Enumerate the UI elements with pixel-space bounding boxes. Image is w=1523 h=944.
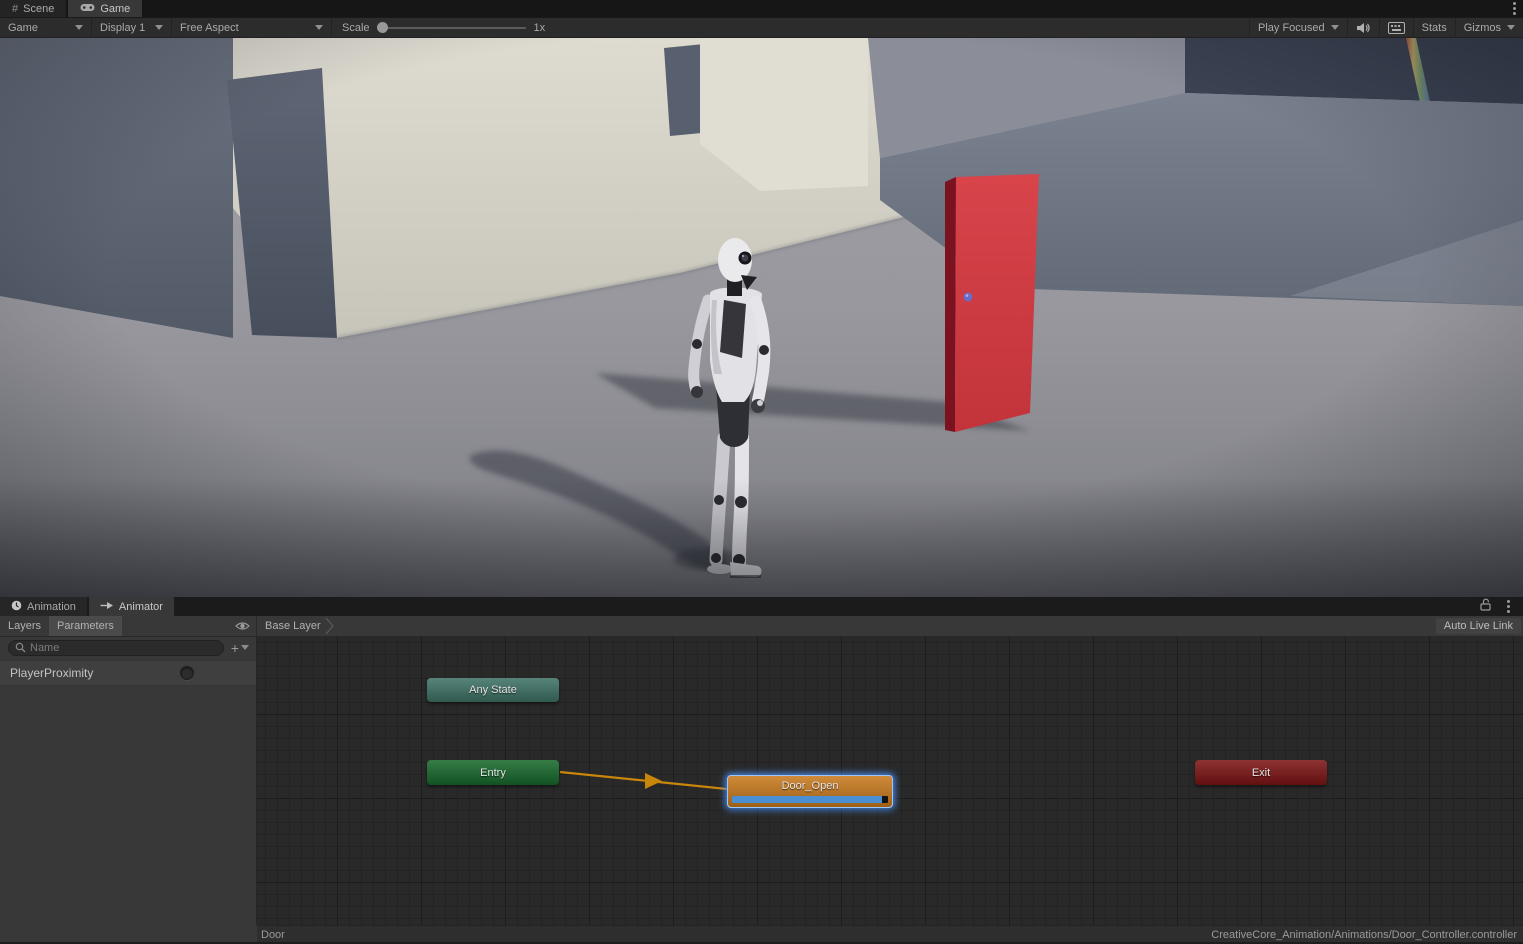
breadcrumb[interactable]: Base Layer: [265, 620, 321, 632]
display-dropdown-label: Display 1: [100, 22, 145, 34]
node-entry-label: Entry: [480, 767, 506, 779]
vignette: [0, 38, 1523, 597]
game-viewport[interactable]: [0, 38, 1523, 597]
chevron-down-icon: [315, 25, 323, 30]
layers-tab[interactable]: Layers: [0, 616, 49, 636]
tab-scene-label: Scene: [23, 3, 54, 15]
node-door-open[interactable]: Door_Open: [727, 775, 893, 808]
aspect-ratio-dropdown[interactable]: Free Aspect: [172, 18, 332, 37]
add-parameter-button[interactable]: +: [228, 640, 252, 656]
node-exit[interactable]: Exit: [1195, 760, 1327, 785]
parameter-search[interactable]: [8, 640, 224, 656]
search-icon: [15, 642, 26, 653]
animator-menu-kebab-icon[interactable]: [1499, 600, 1517, 613]
game-dropdown-label: Game: [8, 22, 38, 34]
parameters-label: Parameters: [57, 620, 114, 632]
tab-animator[interactable]: Animator: [89, 597, 174, 616]
tab-game-label: Game: [100, 3, 130, 15]
controller-path: CreativeCore_Animation/Animations/Door_C…: [1211, 929, 1517, 941]
tab-animation-label: Animation: [27, 601, 76, 613]
plus-icon: +: [231, 640, 239, 656]
animator-state-icon: [100, 601, 114, 613]
parameters-tab[interactable]: Parameters: [49, 616, 122, 636]
scale-slider[interactable]: [378, 27, 526, 29]
chevron-down-icon: [1331, 25, 1339, 30]
rendered-scene: [0, 38, 1523, 597]
animator-status-bar: Door CreativeCore_Animation/Animations/D…: [0, 925, 1523, 944]
grid-icon: #: [12, 3, 18, 15]
gamepad-icon: [80, 3, 95, 15]
gizmos-label: Gizmos: [1464, 22, 1501, 34]
chevron-down-icon: [75, 25, 83, 30]
breadcrumb-chevron-icon: [325, 617, 335, 635]
stats-button[interactable]: Stats: [1414, 18, 1456, 37]
node-any-state[interactable]: Any State: [427, 678, 559, 702]
search-input[interactable]: [30, 642, 217, 654]
keyboard-input-icon[interactable]: [1380, 18, 1414, 37]
transition-entry-to-dooropen[interactable]: [560, 772, 727, 789]
playback-progress-fill: [732, 796, 882, 803]
state-machine-graph[interactable]: Any State Entry Door_Open Exit: [257, 637, 1523, 925]
tab-animator-label: Animator: [119, 601, 163, 613]
transition-arrow-icon: [645, 773, 662, 789]
clock-icon: [11, 600, 22, 614]
tab-animation[interactable]: Animation: [0, 597, 87, 616]
stats-label: Stats: [1422, 22, 1447, 34]
node-door-open-label: Door_Open: [782, 780, 839, 792]
node-exit-label: Exit: [1252, 767, 1270, 779]
chevron-down-icon: [155, 25, 163, 30]
animator-body: + PlayerProximity Any State Entry: [0, 637, 1523, 925]
auto-live-link-label: Auto Live Link: [1444, 620, 1513, 632]
chevron-down-icon: [1507, 25, 1515, 30]
trigger-radio[interactable]: [180, 666, 194, 680]
eye-icon[interactable]: [229, 616, 256, 636]
unlock-icon[interactable]: [1480, 598, 1491, 616]
auto-live-link-button[interactable]: Auto Live Link: [1436, 618, 1521, 634]
play-focused-label: Play Focused: [1258, 22, 1325, 34]
window-tab-bar: # Scene Game: [0, 0, 1523, 17]
scale-value: 1x: [534, 22, 546, 34]
node-entry[interactable]: Entry: [427, 760, 559, 785]
unity-editor-window: # Scene Game Game Display 1 Free Aspect …: [0, 0, 1523, 944]
node-any-state-label: Any State: [469, 684, 517, 696]
aspect-dropdown-label: Free Aspect: [180, 22, 239, 34]
parameters-panel: + PlayerProximity: [0, 637, 257, 925]
chevron-down-icon: [241, 645, 249, 650]
display-dropdown[interactable]: Display 1: [92, 18, 172, 37]
game-toolbar: Game Display 1 Free Aspect Scale 1x Play…: [0, 17, 1523, 38]
window-menu-kebab-icon[interactable]: [1505, 0, 1523, 17]
layers-label: Layers: [8, 620, 41, 632]
scale-label: Scale: [342, 22, 370, 34]
game-mode-dropdown[interactable]: Game: [0, 18, 92, 37]
gizmos-dropdown[interactable]: Gizmos: [1456, 18, 1523, 37]
scale-slider-group: Scale 1x: [332, 18, 555, 37]
animator-toolbar: Layers Parameters Base Layer Auto Live L…: [0, 616, 1523, 637]
mute-audio-icon[interactable]: [1348, 18, 1380, 37]
current-clip-name: Door: [261, 929, 285, 941]
animator-tab-bar: Animation Animator: [0, 597, 1523, 616]
parameter-row-playerproximity[interactable]: PlayerProximity: [0, 660, 256, 686]
play-focused-dropdown[interactable]: Play Focused: [1249, 18, 1348, 37]
playback-progress-track: [732, 796, 888, 803]
scale-slider-knob[interactable]: [377, 22, 388, 33]
tab-scene[interactable]: # Scene: [0, 0, 66, 17]
tab-game[interactable]: Game: [68, 0, 142, 17]
parameter-name: PlayerProximity: [10, 666, 93, 680]
